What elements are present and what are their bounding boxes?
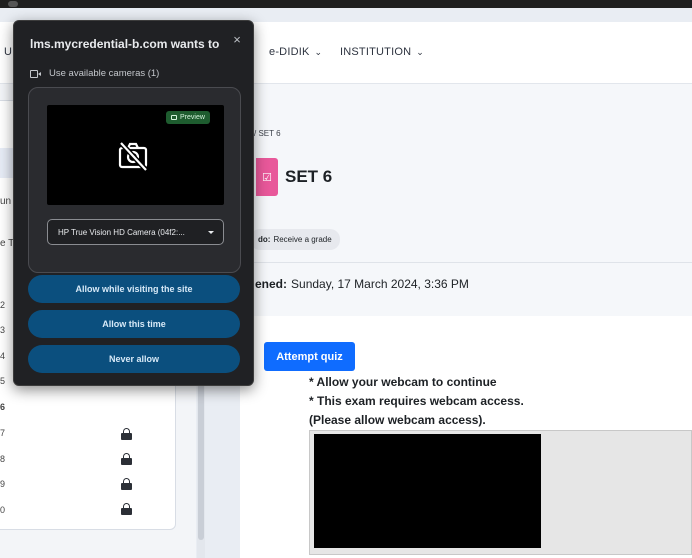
attempt-quiz-button[interactable]: Attempt quiz: [264, 342, 355, 371]
course-index-number[interactable]: 8: [0, 454, 5, 464]
opened-value: Sunday, 17 March 2024, 3:36 PM: [291, 277, 469, 291]
course-index-number[interactable]: 7: [0, 428, 5, 438]
lock-icon: [121, 453, 132, 465]
lock-icon: [121, 478, 132, 490]
camera-request-row: Use available cameras (1): [30, 68, 159, 79]
preview-label: Preview: [180, 114, 205, 121]
camera-permission-dialog: lms.mycredential-b.com wants to × Use av…: [13, 20, 254, 386]
course-index-number[interactable]: 9: [0, 479, 5, 489]
allow-this-time-button[interactable]: Allow this time: [28, 310, 240, 338]
course-index-item-label[interactable]: un: [0, 196, 11, 207]
course-index-number[interactable]: 2: [0, 300, 5, 310]
nav-item-institution[interactable]: INSTITUTION ⌄: [340, 46, 424, 58]
close-icon[interactable]: ×: [230, 33, 244, 47]
camera-request-text: Use available cameras (1): [49, 68, 160, 79]
browser-tabbar: [0, 0, 692, 8]
course-index-number[interactable]: 3: [0, 325, 5, 335]
chevron-down-icon: ⌄: [416, 47, 425, 57]
todo-badge: do: Receive a grade: [250, 229, 340, 250]
course-index-number[interactable]: 6: [0, 402, 5, 412]
chevron-down-icon: ⌄: [314, 47, 323, 57]
lock-icon: [121, 428, 132, 440]
nav-item-partial[interactable]: U: [4, 46, 12, 58]
allow-while-visiting-button[interactable]: Allow while visiting the site: [28, 275, 240, 303]
webcam-notice: * Allow your webcam to continue: [309, 375, 497, 389]
course-index-number[interactable]: 4: [0, 351, 5, 361]
breadcrumb[interactable]: / SET 6: [254, 129, 281, 138]
nav-item-edidik[interactable]: e-DIDIK ⌄: [269, 46, 322, 58]
preview-badge: Preview: [166, 111, 210, 124]
webcam-notice: (Please allow webcam access).: [309, 413, 486, 427]
opened-label: ened:: [255, 277, 288, 291]
never-allow-button[interactable]: Never allow: [28, 345, 240, 373]
webcam-video: [314, 434, 541, 548]
divider: [240, 262, 692, 263]
nav-item-label: INSTITUTION: [340, 46, 412, 58]
caret-down-icon: [208, 231, 214, 234]
todo-value: Receive a grade: [273, 235, 332, 244]
course-index-number[interactable]: 0: [0, 505, 5, 515]
camera-select-value: HP True Vision HD Camera (04f2:...: [58, 227, 185, 237]
dialog-title: lms.mycredential-b.com wants to: [30, 37, 220, 51]
browser-tab[interactable]: [8, 1, 18, 7]
webcam-notice: * This exam requires webcam access.: [309, 394, 524, 408]
camera-icon: [171, 115, 177, 120]
camera-icon: [30, 69, 41, 78]
camera-off-icon: [118, 141, 148, 172]
quiz-activity-icon: ☑: [256, 158, 278, 196]
camera-select[interactable]: HP True Vision HD Camera (04f2:...: [47, 219, 224, 245]
todo-label: do:: [258, 235, 271, 244]
opened-date: ened: Sunday, 17 March 2024, 3:36 PM: [255, 277, 469, 291]
camera-preview-panel: Preview HP True Vision HD Camera (04f2:.…: [28, 87, 241, 273]
nav-item-label: e-DIDIK: [269, 46, 310, 58]
course-index-number[interactable]: 5: [0, 376, 5, 386]
page-title: SET 6: [285, 167, 333, 186]
lock-icon: [121, 503, 132, 515]
